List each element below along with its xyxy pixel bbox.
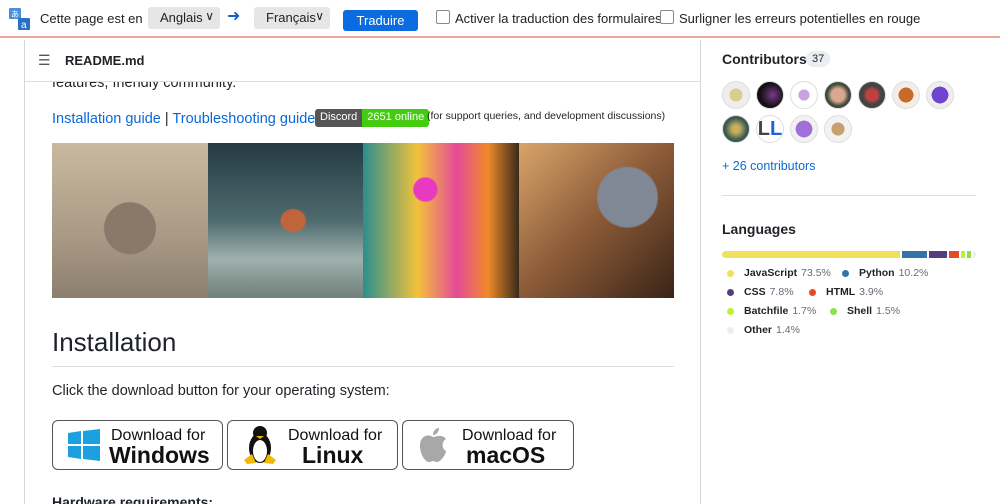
language-segment-shell [966, 251, 971, 258]
contributors-title[interactable]: Contributors [722, 51, 807, 67]
language-segment-python [901, 251, 927, 258]
showcase-images [52, 143, 674, 298]
download-intro: Click the download button for your opera… [52, 383, 390, 399]
badge-value: 2651 online [362, 109, 430, 127]
avatar[interactable] [756, 81, 784, 109]
download-macos-button[interactable]: Download for macOS [402, 420, 574, 470]
target-language-value: Français [266, 10, 316, 25]
avatar[interactable] [790, 81, 818, 109]
highlight-errors-label: Surligner les erreurs potentielles en ro… [679, 11, 921, 26]
readme-header: ☰ README.md [25, 40, 700, 82]
highlight-errors-checkbox[interactable] [660, 10, 674, 24]
avatar[interactable] [824, 115, 852, 143]
language-item-python[interactable]: Python 10.2% [842, 267, 928, 279]
source-language-value: Anglais [160, 10, 203, 25]
language-dot [842, 269, 849, 277]
language-percent: 7.8% [769, 286, 794, 298]
language-name: Batchfile [744, 305, 789, 317]
language-name: HTML [826, 286, 856, 298]
avatar[interactable] [722, 81, 750, 109]
avatar[interactable] [824, 81, 852, 109]
image-portrait [363, 143, 519, 298]
troubleshooting-guide-link[interactable]: Troubleshooting guide [172, 111, 315, 127]
language-segment-css [928, 251, 948, 258]
installation-guide-link[interactable]: Installation guide [52, 111, 161, 127]
language-segment-batchfile [960, 251, 965, 258]
language-item-css[interactable]: CSS 7.8% [727, 286, 794, 298]
language-item-javascript[interactable]: JavaScript 73.5% [727, 267, 831, 279]
languages-bar [722, 251, 976, 258]
language-name: Other [744, 324, 773, 336]
chevron-down-icon: ∨ [205, 9, 214, 23]
hardware-requirements: Hardware requirements: [52, 494, 214, 504]
language-segment-other [972, 251, 976, 258]
apple-icon [420, 428, 446, 462]
outline-list-icon[interactable]: ☰ [38, 52, 51, 69]
badge-note: (for support queries, and development di… [427, 110, 666, 122]
language-percent: 1.7% [792, 305, 817, 317]
language-dot [727, 288, 734, 296]
download-os-name: macOS [466, 442, 546, 468]
translate-forms-label: Activer la traduction des formulaires [455, 11, 662, 26]
target-language-select[interactable]: Français ∨ [254, 7, 330, 29]
image-robot [518, 143, 674, 298]
badge-label: Discord [315, 109, 363, 127]
download-linux-button[interactable]: Download for Linux [227, 420, 398, 470]
avatar[interactable]: LL [756, 115, 784, 143]
language-dot [727, 307, 734, 315]
readme-filename: README.md [65, 53, 145, 68]
language-percent: 1.5% [876, 305, 901, 317]
language-dot [809, 288, 816, 296]
windows-icon [68, 429, 100, 461]
language-percent: 3.9% [859, 286, 884, 298]
svg-text:あ: あ [11, 10, 19, 19]
linux-tux-icon [244, 426, 276, 464]
language-name: JavaScript [744, 267, 798, 279]
chevron-down-icon: ∨ [315, 9, 324, 23]
language-dot [830, 307, 837, 315]
image-bunny [52, 143, 208, 298]
translate-icon: aあ [9, 8, 30, 30]
translate-forms-checkbox[interactable] [436, 10, 450, 24]
translation-bar: aあ Cette page est en Anglais ∨ ➜ Français… [0, 0, 1000, 38]
language-item-other[interactable]: Other 1.4% [727, 324, 800, 336]
avatar[interactable] [722, 115, 750, 143]
language-segment-html [949, 251, 959, 258]
language-item-html[interactable]: HTML 3.9% [809, 286, 883, 298]
language-percent: 73.5% [801, 267, 831, 279]
language-name: Shell [847, 305, 873, 317]
divider [52, 366, 674, 367]
language-name: Python [859, 267, 895, 279]
translate-prefix: Cette page est en [40, 11, 143, 26]
avatar[interactable] [926, 81, 954, 109]
arrow-right-icon: ➜ [227, 8, 241, 25]
readme-panel: ☰ README.md features, friendly community… [24, 40, 701, 504]
language-item-shell[interactable]: Shell 1.5% [830, 305, 900, 317]
divider [722, 195, 976, 196]
installation-heading: Installation [52, 327, 177, 357]
avatar[interactable] [858, 81, 886, 109]
download-os-name: Windows [109, 442, 210, 468]
download-windows-button[interactable]: Download for Windows [52, 420, 223, 470]
language-item-batchfile[interactable]: Batchfile 1.7% [727, 305, 816, 317]
contributors-count: 37 [806, 51, 831, 67]
discord-badge[interactable]: Discord 2651 online [315, 109, 430, 127]
language-dot [727, 269, 734, 277]
avatar[interactable] [790, 115, 818, 143]
source-language-select[interactable]: Anglais ∨ [148, 7, 220, 29]
avatar[interactable] [892, 81, 920, 109]
language-name: CSS [744, 286, 766, 298]
language-percent: 1.4% [776, 324, 800, 336]
translate-button[interactable]: Traduire [343, 10, 418, 31]
svg-text:a: a [21, 20, 27, 30]
image-astronaut [207, 143, 363, 298]
language-percent: 10.2% [898, 267, 929, 279]
download-os-name: Linux [302, 442, 364, 468]
languages-title: Languages [722, 221, 796, 237]
more-contributors-link[interactable]: + 26 contributors [722, 159, 815, 173]
separator: | [164, 111, 169, 127]
language-dot [727, 326, 734, 334]
language-segment-javascript [722, 251, 900, 258]
